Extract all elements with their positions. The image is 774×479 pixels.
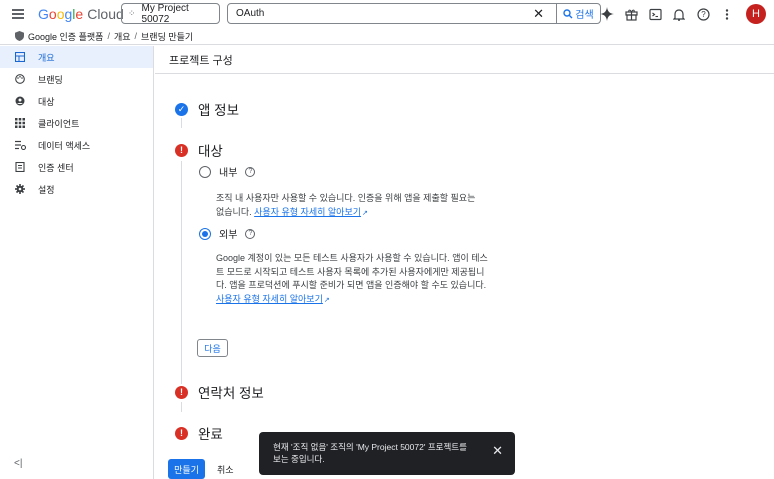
gift-icon[interactable] xyxy=(622,5,640,23)
cloud-shell-icon[interactable] xyxy=(646,5,664,23)
main-content: 프로젝트 구성 ✓ 앱 정보 ! 대상 내부 ? 조직 내 사용자만 사용할 수… xyxy=(155,46,774,479)
help-circle-icon[interactable]: ? xyxy=(245,166,256,177)
svg-text:?: ? xyxy=(701,10,706,19)
google-cloud-logo[interactable]: Google Cloud xyxy=(38,6,124,22)
gemini-spark-icon[interactable] xyxy=(598,5,616,23)
sidebar-item-settings[interactable]: 설정 xyxy=(0,178,153,200)
step-connector xyxy=(181,402,182,412)
step-title: 연락처 정보 xyxy=(198,386,264,401)
internal-description: 조직 내 사용자만 사용할 수 있습니다. 인증을 위해 앱을 제출할 필요는 … xyxy=(216,192,486,220)
sidebar-item-branding[interactable]: 브랜딩 xyxy=(0,68,153,90)
step-contact-info: ! 연락처 정보 xyxy=(175,382,264,402)
external-link-icon: ↗ xyxy=(362,209,368,217)
sidebar-item-data-access[interactable]: 데이터 액세스 xyxy=(0,134,153,156)
breadcrumb-item-create-branding: 브랜딩 만들기 xyxy=(141,31,194,42)
toast-message: 현재 '조직 없음' 조직의 'My Project 50072' 프로젝트를 … xyxy=(273,442,467,464)
clear-search-icon[interactable]: ✕ xyxy=(533,6,544,22)
sidebar-item-clients[interactable]: 클라이언트 xyxy=(0,112,153,134)
cancel-button[interactable]: 취소 xyxy=(217,463,234,476)
learn-user-types-link[interactable]: 사용자 유형 자세히 알아보기 xyxy=(254,207,361,217)
check-circle-icon: ✓ xyxy=(175,102,188,116)
breadcrumb-item-platform[interactable]: Google 인증 플랫폼 xyxy=(28,30,103,43)
main-menu-button[interactable] xyxy=(6,2,30,26)
breadcrumb: Google 인증 플랫폼 / 개요 / 브랜딩 만들기 xyxy=(0,28,774,45)
sidebar: 개요 브랜딩 대상 클라이언트 데이터 액세스 인증 센터 설정 <| xyxy=(0,46,154,479)
notifications-bell-icon[interactable] xyxy=(670,5,688,23)
sidebar-item-verification-center[interactable]: 인증 센터 xyxy=(0,156,153,178)
sidebar-item-label: 개요 xyxy=(38,52,55,63)
sidebar-item-label: 클라이언트 xyxy=(38,118,80,129)
logo-cloud-text: Cloud xyxy=(87,6,124,22)
radio-label: 외부 xyxy=(219,230,238,241)
page-title: 프로젝트 구성 xyxy=(155,46,774,74)
sidebar-item-label: 인증 센터 xyxy=(38,162,74,173)
external-description: Google 계정이 있는 모든 테스트 사용자가 사용할 수 있습니다. 앱이… xyxy=(216,252,488,307)
search-button-label: 검색 xyxy=(575,10,594,21)
step-title: 앱 정보 xyxy=(198,103,240,118)
radio-label: 내부 xyxy=(219,168,238,179)
step-finish: ! 완료 xyxy=(175,423,223,443)
radio-external[interactable]: 외부 ? xyxy=(199,226,256,241)
project-selector[interactable]: ⁘ My Project 50072 xyxy=(121,2,220,25)
breadcrumb-separator: / xyxy=(107,31,110,41)
logo-google-text: Google xyxy=(38,6,84,22)
step-app-info: ✓ 앱 정보 xyxy=(175,99,239,119)
project-icon: ⁘ xyxy=(128,8,136,18)
next-button[interactable]: 다음 xyxy=(197,339,228,357)
search-button[interactable]: 검색 xyxy=(556,4,600,23)
step-connector xyxy=(181,161,182,384)
close-icon[interactable]: ✕ xyxy=(492,444,503,457)
collapse-sidebar-button[interactable]: <| xyxy=(14,458,22,469)
verification-icon xyxy=(14,161,26,173)
grid-icon xyxy=(14,117,26,129)
help-icon[interactable]: ? xyxy=(694,5,712,23)
hamburger-icon xyxy=(12,13,24,15)
help-circle-icon[interactable]: ? xyxy=(245,228,256,239)
search-bar[interactable]: ✕ 검색 xyxy=(227,3,601,24)
sidebar-item-overview[interactable]: 개요 xyxy=(0,46,153,68)
step-title: 대상 xyxy=(198,144,223,159)
learn-user-types-link[interactable]: 사용자 유형 자세히 알아보기 xyxy=(216,294,323,304)
data-access-icon xyxy=(14,139,26,151)
create-button[interactable]: 만들기 xyxy=(168,459,205,479)
step-title: 완료 xyxy=(198,427,223,442)
error-icon: ! xyxy=(175,143,188,157)
sidebar-item-label: 브랜딩 xyxy=(38,74,63,85)
search-input[interactable] xyxy=(228,8,528,19)
external-link-icon: ↗ xyxy=(323,296,330,304)
person-icon xyxy=(14,95,26,107)
external-description-text: Google 계정이 있는 모든 테스트 사용자가 사용할 수 있습니다. 앱이… xyxy=(216,253,488,290)
snackbar-toast: 현재 '조직 없음' 조직의 'My Project 50072' 프로젝트를 … xyxy=(259,432,515,475)
sidebar-item-label: 설정 xyxy=(38,184,55,195)
account-avatar[interactable]: H xyxy=(746,4,766,24)
dashboard-icon xyxy=(14,51,26,63)
sidebar-item-label: 데이터 액세스 xyxy=(38,140,91,151)
shield-icon xyxy=(15,31,24,41)
radio-button-checked[interactable] xyxy=(199,227,211,240)
radio-internal[interactable]: 내부 ? xyxy=(199,164,256,179)
top-icons: ? H xyxy=(598,4,766,24)
error-icon: ! xyxy=(175,385,188,399)
gear-icon xyxy=(14,183,26,195)
search-icon xyxy=(563,8,573,18)
step-connector xyxy=(181,118,182,128)
breadcrumb-item-overview[interactable]: 개요 xyxy=(114,30,131,43)
sidebar-item-audience[interactable]: 대상 xyxy=(0,90,153,112)
breadcrumb-separator: / xyxy=(134,31,138,41)
footer-actions: 만들기 취소 xyxy=(168,459,234,479)
step-audience: ! 대상 xyxy=(175,140,223,160)
sidebar-item-label: 대상 xyxy=(38,96,55,107)
top-bar: Google Cloud ⁘ My Project 50072 ✕ 검색 ? xyxy=(0,0,774,28)
error-icon: ! xyxy=(175,426,188,440)
more-options-icon[interactable] xyxy=(718,5,736,23)
palette-icon xyxy=(14,73,26,85)
radio-button-unchecked[interactable] xyxy=(199,165,211,178)
project-name: My Project 50072 xyxy=(141,2,189,25)
